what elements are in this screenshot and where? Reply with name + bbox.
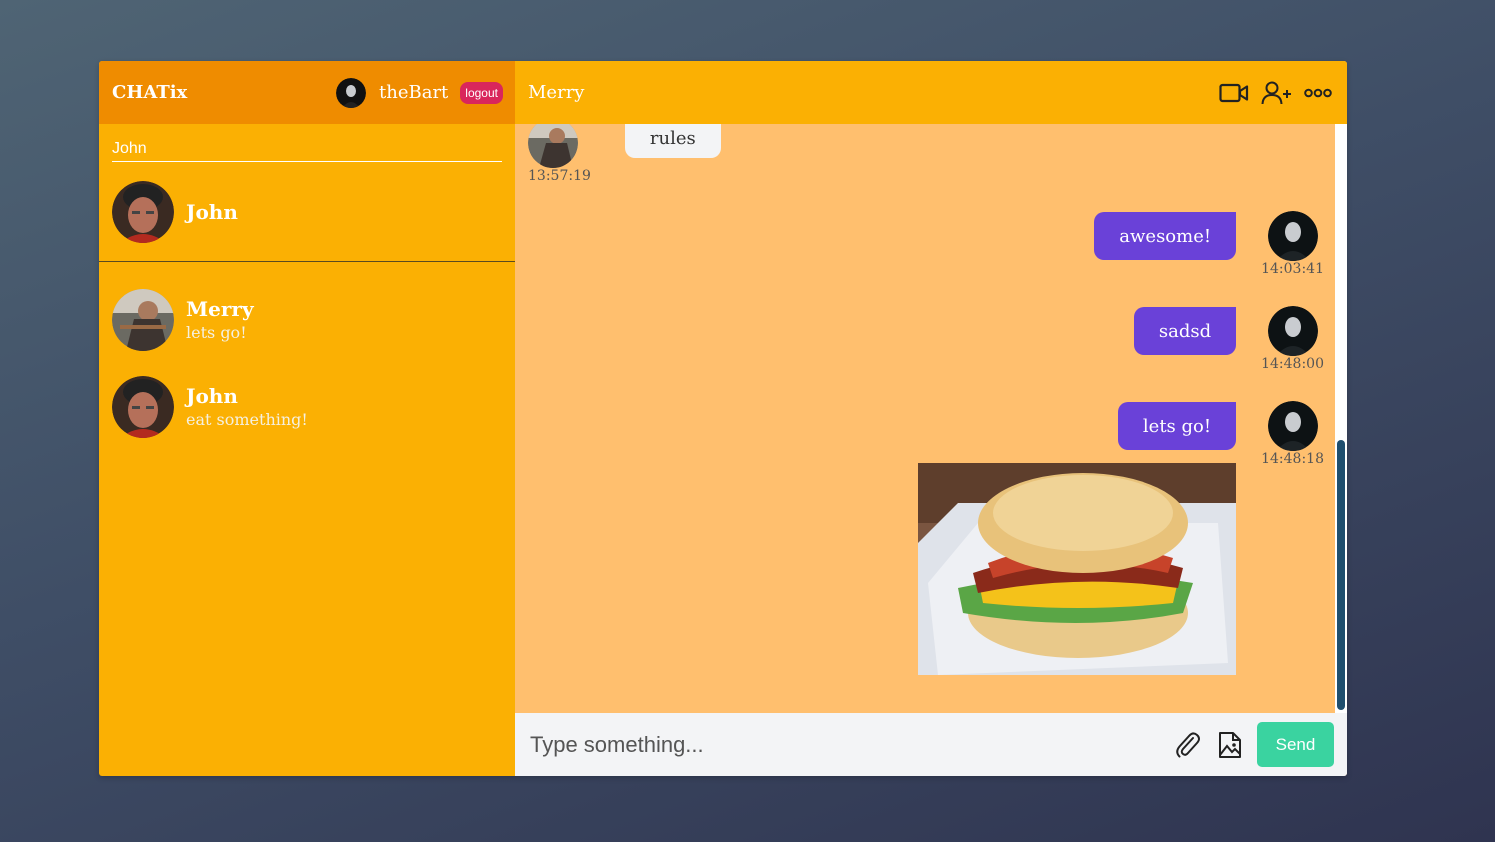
user-name: theBart	[379, 82, 449, 103]
message-bubble: awesome!	[1094, 212, 1237, 260]
message-sender: 14:03:41	[1261, 211, 1324, 277]
message-outgoing: awesome! 14:03:41	[1094, 211, 1324, 277]
message-content: lets go!	[918, 402, 1237, 675]
chat-panel: Merry 13:57:19 rules awesome! 14:03:41 s…	[515, 61, 1347, 776]
chat-info: John eat something!	[186, 384, 308, 429]
sidebar: CHATix theBart logout John John Merry le…	[99, 61, 515, 776]
chat-title: Merry	[528, 82, 585, 103]
user-name: John	[186, 199, 238, 224]
avatar	[1267, 401, 1318, 451]
search-input[interactable]	[112, 138, 502, 162]
message-input-bar: Send	[515, 713, 1347, 776]
search-wrap	[99, 124, 515, 162]
chat-name: John	[186, 384, 238, 408]
chat-last-message: eat something!	[186, 410, 308, 429]
scrollbar[interactable]	[1335, 124, 1347, 713]
message-list[interactable]: 13:57:19 rules awesome! 14:03:41 sadsd 1…	[515, 124, 1347, 713]
chat-list-item[interactable]: John eat something!	[99, 363, 515, 450]
avatar	[112, 375, 174, 438]
sidebar-header: CHATix theBart logout	[99, 61, 515, 124]
app-logo: CHATix	[112, 82, 188, 103]
message-bubble: lets go!	[1117, 402, 1237, 450]
avatar	[1267, 306, 1318, 356]
avatar	[1267, 211, 1318, 261]
message-sender: 13:57:19	[528, 124, 591, 184]
message-sender: 14:48:00	[1261, 306, 1324, 372]
video-camera-icon[interactable]	[1219, 78, 1249, 108]
message-outgoing: lets go! 14:48:18	[918, 401, 1324, 675]
send-button[interactable]: Send	[1257, 722, 1334, 767]
scrollbar-thumb[interactable]	[1337, 440, 1345, 710]
attach-file-icon[interactable]	[1173, 730, 1203, 760]
message-time: 14:03:41	[1261, 261, 1324, 277]
message-input[interactable]	[528, 730, 1161, 759]
message-time: 14:48:18	[1261, 451, 1324, 467]
chat-name: Merry	[186, 297, 254, 321]
add-user-icon[interactable]	[1261, 78, 1291, 108]
message-time: 14:48:00	[1261, 356, 1324, 372]
message-incoming: 13:57:19 rules	[528, 124, 721, 184]
message-sender: 14:48:18	[1261, 401, 1324, 467]
message-image[interactable]	[918, 463, 1237, 675]
chat-app: CHATix theBart logout John John Merry le…	[99, 61, 1347, 776]
user-avatar	[336, 77, 367, 108]
add-image-icon[interactable]	[1215, 730, 1245, 760]
logout-button[interactable]: logout	[460, 81, 503, 104]
more-options-icon[interactable]	[1303, 78, 1333, 108]
search-result-user[interactable]: John	[99, 162, 515, 262]
message-outgoing: sadsd 14:48:00	[1133, 306, 1324, 372]
avatar	[112, 288, 174, 351]
message-bubble: rules	[624, 124, 721, 158]
chat-header: Merry	[515, 61, 1347, 124]
avatar	[112, 180, 174, 243]
chat-info: Merry lets go!	[186, 297, 254, 342]
avatar	[528, 124, 578, 168]
message-time: 13:57:19	[528, 168, 591, 184]
chat-last-message: lets go!	[186, 323, 247, 342]
chat-list-item[interactable]: Merry lets go!	[99, 276, 515, 363]
message-bubble: sadsd	[1133, 307, 1237, 355]
